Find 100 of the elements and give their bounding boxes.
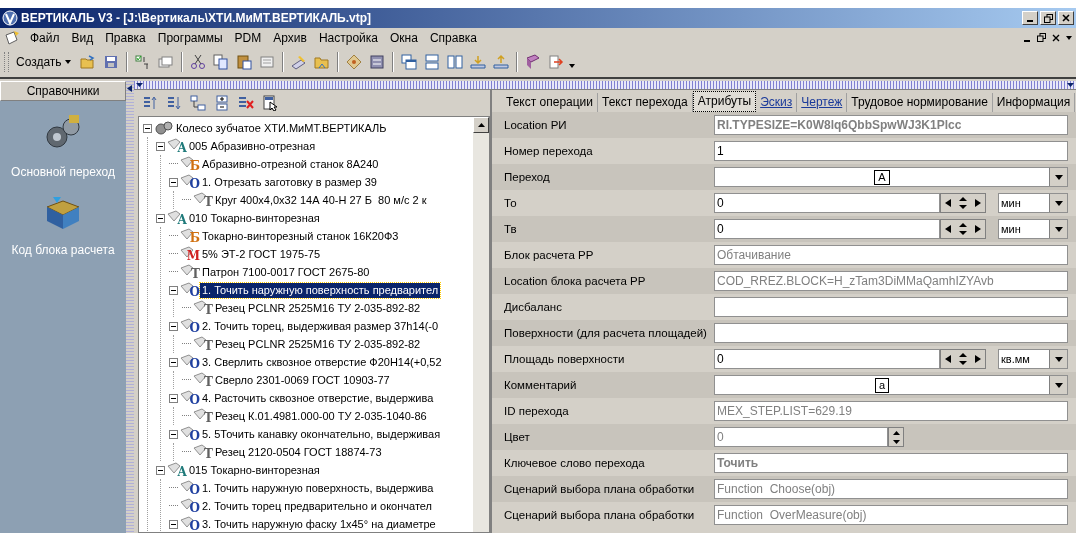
tree-item[interactable]: Токарно-винторезный станок 16К20Ф3: [200, 228, 401, 244]
property-label: Цвет: [503, 431, 531, 443]
text-field[interactable]: COD_RREZ.BLOCK=H_zTam3DiMMaQamhIZYAvb: [714, 271, 1068, 291]
tree-item[interactable]: 5. 5Точить канавку окончательно, выдерживая: [200, 426, 443, 442]
up-down-buttons[interactable]: [888, 427, 904, 447]
collapse-toggle[interactable]: [169, 393, 178, 403]
collapse-toggle[interactable]: [169, 321, 178, 331]
caret-icon[interactable]: [136, 83, 143, 87]
tree-item[interactable]: Резец К.01.4981.000-00 ТУ 2-035-1040-86: [213, 408, 429, 424]
collapse-toggle[interactable]: [156, 465, 165, 475]
restore-button[interactable]: [1040, 11, 1056, 25]
close-button[interactable]: [1058, 11, 1074, 25]
collapse-toggle[interactable]: [169, 429, 178, 439]
vertical-split-icon[interactable]: [444, 52, 465, 72]
collapse-toggle[interactable]: [143, 123, 152, 133]
tree-item[interactable]: Резец PCLNR 2525M16 ТУ 2-035-892-82: [213, 300, 423, 316]
unit-dropdown[interactable]: мин: [998, 193, 1068, 213]
text-field[interactable]: 1: [714, 141, 1068, 161]
property-label: Ключевое слово перехода: [503, 457, 646, 469]
menu-item[interactable]: Правка: [99, 30, 152, 45]
tree-item[interactable]: Резец 2120-0504 ГОСТ 18874-73: [213, 444, 384, 460]
panel-grip[interactable]: [134, 81, 1076, 90]
menu-item[interactable]: Файл: [24, 30, 66, 45]
spin-buttons[interactable]: [940, 349, 986, 369]
sidebar-header[interactable]: Справочники: [0, 81, 126, 101]
text-field[interactable]: Function OverMeasure(obj): [714, 505, 1068, 525]
tree-item[interactable]: 2. Точить торец предварительно и окончател: [200, 498, 434, 514]
tree-item[interactable]: Абразивно-отрезной станок 8А240: [200, 156, 381, 172]
gears-icon[interactable]: [43, 115, 83, 151]
menu-item[interactable]: Справка: [423, 30, 483, 45]
dropdown-arrow-icon[interactable]: [1054, 174, 1063, 180]
collapse-toggle[interactable]: [169, 177, 178, 187]
menu-item[interactable]: Архив: [267, 30, 313, 45]
tree-item[interactable]: 010 Токарно-винторезная: [187, 210, 322, 226]
menu-item[interactable]: Вид: [65, 30, 100, 45]
tree-item[interactable]: 5% ЭТ-2 ГОСТ 1975-75: [200, 246, 323, 262]
properties-icon[interactable]: [260, 93, 280, 113]
number-field[interactable]: 0: [714, 349, 940, 369]
scroll-up-button[interactable]: [473, 117, 489, 133]
dropdown-field[interactable]: a: [714, 375, 1068, 395]
spin-buttons[interactable]: [940, 219, 986, 239]
collapse-arrow-icon[interactable]: [127, 85, 132, 92]
caret-icon[interactable]: [1067, 83, 1074, 87]
collapse-toggle[interactable]: [169, 519, 178, 529]
text-field[interactable]: Function Choose(obj): [714, 479, 1068, 499]
tree-item[interactable]: Круг 400x4,0x32 14А 40-Н 27 Б 80 м/с 2 к: [213, 192, 429, 208]
text-field[interactable]: [714, 297, 1068, 317]
text-field[interactable]: [714, 323, 1068, 343]
number-field[interactable]: 0: [714, 219, 940, 239]
text-field[interactable]: MEX_STEP.LIST=629.19: [714, 401, 1068, 421]
app-logo-icon: [2, 10, 18, 26]
restore-icon[interactable]: [1037, 33, 1046, 42]
unit-dropdown[interactable]: мин: [998, 219, 1068, 239]
close-icon[interactable]: [1052, 33, 1060, 42]
tree-item[interactable]: Колесо зубчатое ХТИ.МиМТ.ВЕРТИКАЛЬ: [174, 120, 389, 136]
collapse-toggle[interactable]: [156, 213, 165, 223]
copy-icon[interactable]: [210, 52, 231, 72]
number-field[interactable]: 0: [714, 427, 888, 447]
minimize-button[interactable]: [1022, 11, 1038, 25]
tree-item[interactable]: Резец PCLNR 2525M16 ТУ 2-035-892-82: [213, 336, 423, 352]
unit-dropdown[interactable]: кв.мм: [998, 349, 1068, 369]
tree-item[interactable]: 3. Сверлить сквозное отверстие Ф20Н14(+0,52: [200, 354, 444, 370]
property-label: Комментарий: [503, 379, 578, 391]
caret-icon: [64, 60, 71, 64]
property-label: Площадь поверхности: [503, 353, 626, 365]
menu-item[interactable]: Программы: [151, 30, 229, 45]
caret-icon[interactable]: [568, 64, 575, 68]
menu-item[interactable]: PDM: [228, 30, 268, 45]
dropdown-arrow-icon[interactable]: [1054, 382, 1063, 388]
tab[interactable]: Атрибуты: [692, 91, 757, 112]
menu-item[interactable]: Настройка: [312, 30, 384, 45]
collapse-toggle[interactable]: [169, 285, 178, 295]
tree-item[interactable]: 1. Отрезать заготовку в размер 39: [200, 174, 379, 190]
scrollbar[interactable]: [473, 117, 489, 532]
tree-item[interactable]: 2. Точить торец, выдерживая размер 37h14(-0: [200, 318, 441, 334]
property-label: Переход: [503, 171, 551, 183]
cascade-windows-icon[interactable]: [398, 52, 419, 72]
dropdown-arrow-icon[interactable]: [1054, 226, 1063, 232]
dropdown-arrow-icon[interactable]: [1054, 356, 1063, 362]
tree-item[interactable]: 1. Точить наружную поверхность, выдержива: [200, 480, 436, 496]
tree-item[interactable]: Сверло 2301-0069 ГОСТ 10903-77: [213, 372, 392, 388]
tree-item[interactable]: 005 Абразивно-отрезная: [187, 138, 318, 154]
menu-item[interactable]: Окна: [384, 30, 424, 45]
text-field[interactable]: Обтачивание: [714, 245, 1068, 265]
tree-item[interactable]: Патрон 7100-0017 ГОСТ 2675-80: [200, 264, 372, 280]
text-field[interactable]: Точить: [714, 453, 1068, 473]
collapse-toggle[interactable]: [156, 141, 165, 151]
tree-item[interactable]: 1. Точить наружную поверхность предварител: [200, 282, 441, 298]
number-field[interactable]: 0: [714, 193, 940, 213]
spin-buttons[interactable]: [940, 193, 986, 213]
dropdown-field[interactable]: A: [714, 167, 1068, 187]
dropdown-arrow-icon[interactable]: [1054, 200, 1063, 206]
text-field[interactable]: RI.TYPESIZE=K0W8lq6QbbSpwWJ3K1Plcc: [714, 115, 1068, 135]
caret-icon[interactable]: [1066, 35, 1072, 40]
tree-item[interactable]: 3. Точить наружную фаску 1x45° на диаметре: [200, 516, 438, 532]
tree-item[interactable]: 015 Токарно-винторезная: [187, 462, 322, 478]
tree-item[interactable]: 4. Расточить сквозное отверстие, выдержива: [200, 390, 436, 406]
create-button[interactable]: Создать: [12, 53, 75, 71]
collapse-toggle[interactable]: [169, 357, 178, 367]
collapse-tree-icon[interactable]: [188, 93, 208, 113]
